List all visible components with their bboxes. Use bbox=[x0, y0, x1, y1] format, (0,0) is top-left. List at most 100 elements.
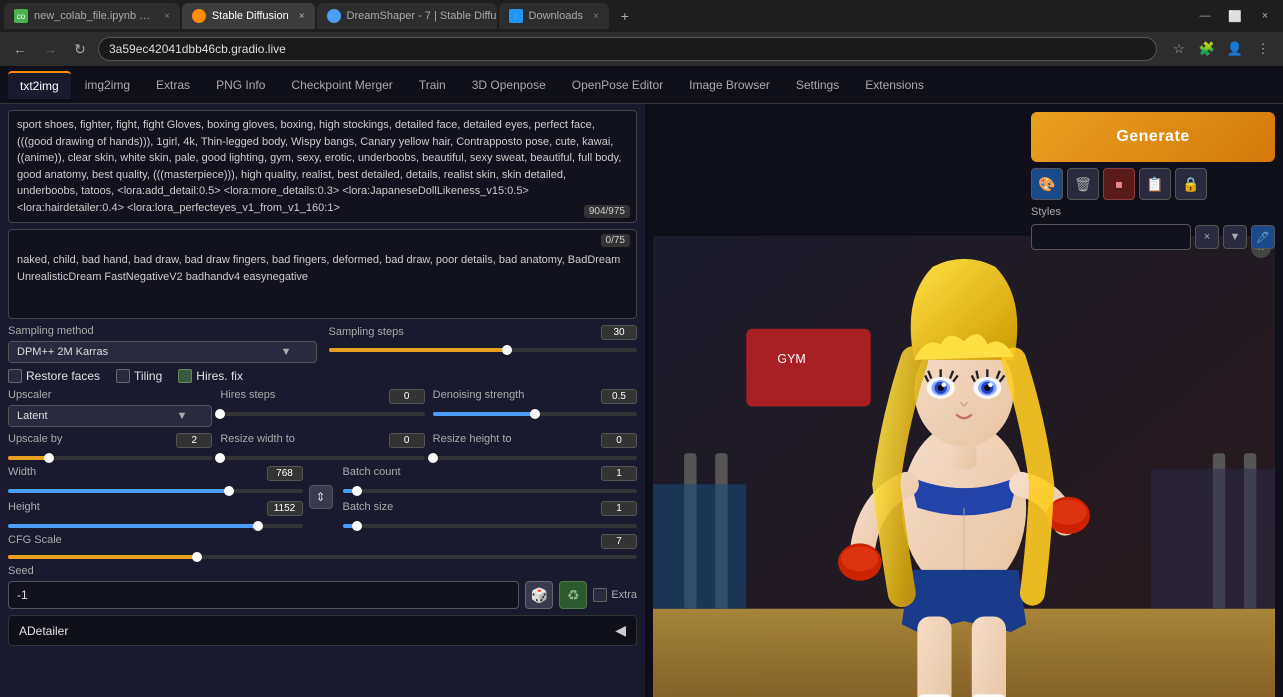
tab-colab-label: new_colab_file.ipynb – Colabora... bbox=[34, 10, 154, 22]
copy-btn[interactable]: 📋 bbox=[1139, 168, 1171, 200]
trash-btn[interactable]: 🗑 bbox=[1067, 168, 1099, 200]
tab-extras[interactable]: Extras bbox=[144, 72, 202, 98]
hires-fix-checkbox[interactable]: Hires. fix bbox=[178, 369, 243, 383]
upscale-by-label: Upscale by bbox=[8, 433, 62, 446]
tab-colab[interactable]: co new_colab_file.ipynb – Colabora... × bbox=[4, 3, 180, 29]
tab-checkpoint-merger[interactable]: Checkpoint Merger bbox=[279, 72, 404, 98]
tab-train[interactable]: Train bbox=[407, 72, 458, 98]
tab-dreamshaper[interactable]: DreamShaper - 7 | Stable Diffusi... × bbox=[317, 3, 497, 29]
address-bar: ← → ↻ 3a59ec42041dbb46cb.gradio.live ☆ 🧩… bbox=[0, 32, 1283, 66]
generated-image: GYM bbox=[653, 234, 1275, 697]
batch-count-value: 1 bbox=[601, 466, 637, 481]
resize-height-label: Resize height to bbox=[433, 433, 512, 446]
generate-button[interactable]: Generate bbox=[1031, 112, 1275, 162]
tab-close-4[interactable]: × bbox=[593, 11, 599, 22]
stop-btn[interactable]: ⏹ bbox=[1103, 168, 1135, 200]
resize-width-slider[interactable] bbox=[220, 456, 424, 460]
width-slider[interactable] bbox=[8, 489, 303, 493]
height-slider[interactable] bbox=[8, 524, 303, 528]
resize-height-slider[interactable] bbox=[433, 456, 637, 460]
tab-img2img[interactable]: img2img bbox=[73, 72, 142, 98]
new-tab-btn[interactable]: + bbox=[611, 3, 639, 29]
tab-close-1[interactable]: × bbox=[164, 11, 170, 22]
sampling-method-label: Sampling method bbox=[8, 325, 317, 337]
height-value: 1152 bbox=[267, 501, 303, 516]
tab-3d-openpose[interactable]: 3D Openpose bbox=[460, 72, 558, 98]
neg-counter: 0/75 bbox=[601, 234, 630, 247]
tab-close-2[interactable]: × bbox=[299, 11, 305, 22]
generate-area: Generate 🎨 🗑 ⏹ 📋 🔒 Styles × ▼ 🖊 bbox=[1023, 104, 1283, 258]
recycle-btn[interactable]: ♻ bbox=[559, 581, 587, 609]
cfg-scale-value: 7 bbox=[601, 534, 637, 549]
denoising-value: 0.5 bbox=[601, 389, 637, 404]
hires-steps-slider[interactable] bbox=[220, 412, 424, 416]
reload-btn[interactable]: ↻ bbox=[68, 37, 92, 61]
maximize-btn[interactable]: ⬜ bbox=[1221, 2, 1249, 30]
positive-prompt-counter: 904/975 bbox=[584, 205, 630, 218]
height-label: Height bbox=[8, 501, 40, 514]
adetailer-section[interactable]: ADetailer ◀ bbox=[8, 615, 637, 646]
resize-width-label: Resize width to bbox=[220, 433, 295, 446]
tab-downloads[interactable]: ↓ Downloads × bbox=[499, 3, 609, 29]
negative-prompt-text: naked, child, bad hand, bad draw, bad dr… bbox=[17, 252, 628, 312]
bookmark-btn[interactable]: ☆ bbox=[1167, 37, 1191, 61]
minimize-btn[interactable]: — bbox=[1191, 2, 1219, 30]
upscaler-select[interactable]: Latent ▼ bbox=[8, 405, 212, 427]
sampling-steps-label: Sampling steps bbox=[329, 326, 404, 338]
link-dimensions-btn[interactable]: ⇕ bbox=[309, 485, 333, 509]
dice-btn[interactable]: 🎲 bbox=[525, 581, 553, 609]
upscale-by-slider[interactable] bbox=[8, 456, 212, 460]
back-btn[interactable]: ← bbox=[8, 37, 32, 61]
sampling-method-select[interactable]: DPM++ 2M Karras ▼ bbox=[8, 341, 317, 363]
tab-image-browser[interactable]: Image Browser bbox=[677, 72, 782, 98]
tab-png-info[interactable]: PNG Info bbox=[204, 72, 277, 98]
upscale-by-value: 2 bbox=[176, 433, 212, 448]
batch-size-value: 1 bbox=[601, 501, 637, 516]
negative-prompt-box[interactable]: 0/75 naked, child, bad hand, bad draw, b… bbox=[8, 229, 637, 319]
denoising-slider[interactable] bbox=[433, 412, 637, 416]
left-panel: sport shoes, fighter, fight, fight Glove… bbox=[0, 104, 645, 697]
styles-add-btn[interactable]: 🖊 bbox=[1251, 225, 1275, 249]
denoising-label: Denoising strength bbox=[433, 389, 525, 402]
profile-btn[interactable]: 👤 bbox=[1223, 37, 1247, 61]
url-display[interactable]: 3a59ec42041dbb46cb.gradio.live bbox=[98, 37, 1157, 61]
tab-extensions[interactable]: Extensions bbox=[853, 72, 936, 98]
browser-chrome: co new_colab_file.ipynb – Colabora... × … bbox=[0, 0, 1283, 66]
batch-count-slider[interactable] bbox=[343, 489, 638, 493]
restore-faces-checkbox[interactable]: Restore faces bbox=[8, 369, 100, 383]
close-window-btn[interactable]: × bbox=[1251, 2, 1279, 30]
tab-stable-diffusion[interactable]: Stable Diffusion × bbox=[182, 3, 315, 29]
adetailer-arrow-icon: ◀ bbox=[615, 622, 626, 639]
tab-dreamshaper-label: DreamShaper - 7 | Stable Diffusi... bbox=[347, 10, 497, 22]
hires-steps-value: 0 bbox=[389, 389, 425, 404]
tab-downloads-label: Downloads bbox=[529, 10, 583, 22]
tab-openpose-editor[interactable]: OpenPose Editor bbox=[560, 72, 675, 98]
styles-x-btn[interactable]: × bbox=[1195, 225, 1219, 249]
cfg-scale-slider[interactable] bbox=[8, 555, 637, 559]
resize-height-value: 0 bbox=[601, 433, 637, 448]
tiling-checkbox[interactable]: Tiling bbox=[116, 369, 162, 383]
positive-prompt-box[interactable]: sport shoes, fighter, fight, fight Glove… bbox=[8, 110, 637, 223]
tab-settings[interactable]: Settings bbox=[784, 72, 851, 98]
extra-seed-checkbox[interactable]: Extra bbox=[593, 588, 637, 602]
forward-btn[interactable]: → bbox=[38, 37, 62, 61]
adetailer-label: ADetailer bbox=[19, 624, 68, 638]
url-text: 3a59ec42041dbb46cb.gradio.live bbox=[109, 42, 286, 56]
styles-chevron-icon[interactable]: ▼ bbox=[1223, 225, 1247, 249]
sampling-steps-slider[interactable] bbox=[329, 348, 638, 352]
positive-prompt-text: sport shoes, fighter, fight, fight Glove… bbox=[17, 117, 628, 216]
seed-input[interactable] bbox=[8, 581, 519, 609]
batch-size-label: Batch size bbox=[343, 501, 394, 514]
seed-label: Seed bbox=[8, 565, 637, 577]
extension-btn[interactable]: 🧩 bbox=[1195, 37, 1219, 61]
styles-input[interactable] bbox=[1031, 224, 1191, 250]
tab-txt2img[interactable]: txt2img bbox=[8, 71, 71, 99]
svg-text:GYM: GYM bbox=[777, 352, 805, 366]
width-value: 768 bbox=[267, 466, 303, 481]
sampling-steps-value: 30 bbox=[601, 325, 637, 340]
hires-steps-label: Hires steps bbox=[220, 389, 275, 402]
menu-btn[interactable]: ⋮ bbox=[1251, 37, 1275, 61]
batch-size-slider[interactable] bbox=[343, 524, 638, 528]
paint-btn[interactable]: 🎨 bbox=[1031, 168, 1063, 200]
lock-btn[interactable]: 🔒 bbox=[1175, 168, 1207, 200]
